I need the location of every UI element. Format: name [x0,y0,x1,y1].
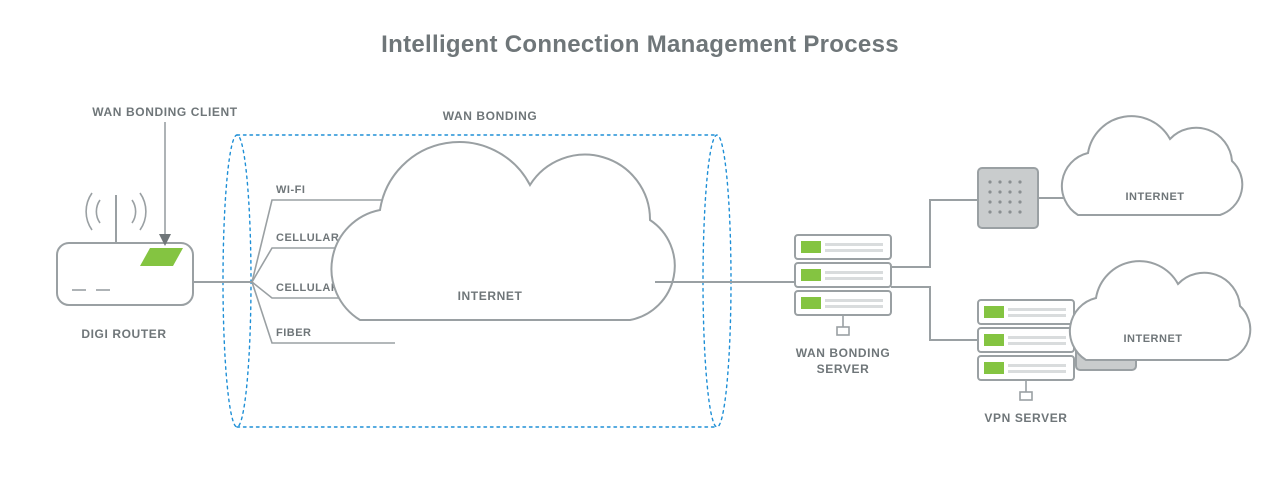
wan-bonding-server: WAN BONDING SERVER [795,235,891,376]
internet-cloud-main-label: INTERNET [458,289,523,303]
diagram-canvas: Intelligent Connection Management Proces… [0,0,1280,501]
link-wifi: WI-FI [276,184,305,196]
digi-router-label: DIGI ROUTER [81,327,166,341]
firewall-top [978,168,1038,228]
internet-cloud-main: INTERNET [331,142,674,320]
wan-bonding-server-label1: WAN BONDING [796,346,891,360]
internet-cloud-top: INTERNET [1062,116,1242,215]
internet-cloud-top-label: INTERNET [1126,191,1185,203]
wan-bonding-zone-label: WAN BONDING [443,109,538,123]
internet-cloud-vpn-label: INTERNET [1124,333,1183,345]
wan-bonding-client-label: WAN BONDING CLIENT [92,105,238,119]
page-title: Intelligent Connection Management Proces… [381,31,899,58]
vpn-server: VPN SERVER [978,300,1074,425]
link-fiber: FIBER [276,327,312,339]
digi-router: WAN BONDING CLIENT DIGI ROUTER [57,105,238,341]
vpn-server-label: VPN SERVER [984,411,1067,425]
internet-cloud-vpn: INTERNET [1070,261,1250,360]
wan-bonding-server-label2: SERVER [817,362,870,376]
